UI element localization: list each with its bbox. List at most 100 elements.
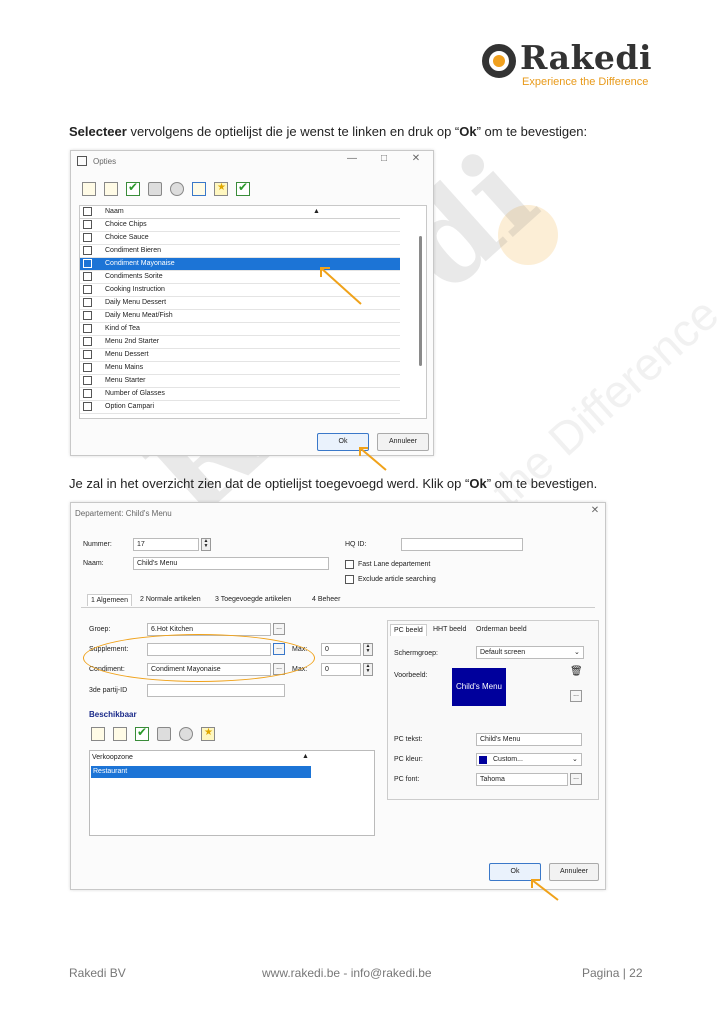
pc-tekst-field[interactable]: Child's Menu xyxy=(476,733,582,746)
list-item[interactable]: Number of Glasses xyxy=(80,388,400,401)
derde-partij-field[interactable] xyxy=(147,684,285,697)
row-checkbox[interactable] xyxy=(83,220,92,229)
row-checkbox[interactable] xyxy=(83,324,92,333)
pc-font-field[interactable]: Tahoma xyxy=(476,773,568,786)
row-checkbox[interactable] xyxy=(83,311,92,320)
row-checkbox[interactable] xyxy=(83,272,92,281)
verkoopzone-list[interactable]: Verkoopzone ▲ Restaurant xyxy=(89,750,375,836)
verkoopzone-item: Restaurant xyxy=(93,768,128,775)
departement-titlebar: Departement: Child's Menu ✕ xyxy=(71,503,605,525)
departement-ok-button[interactable]: Ok xyxy=(489,863,541,881)
preview-browse-button[interactable]: ... xyxy=(570,690,582,702)
max-field-2[interactable]: 0 xyxy=(321,663,361,676)
row-checkbox[interactable] xyxy=(83,246,92,255)
optie-list[interactable]: Naam ▲ Choice Chips Choice Sauce Condiment… xyxy=(79,205,427,419)
trash-icon[interactable]: 🗑 xyxy=(570,666,583,677)
schermgroep-select[interactable]: Default screen xyxy=(476,646,584,659)
scrollbar[interactable] xyxy=(419,236,422,366)
nummer-label: Nummer: xyxy=(83,541,112,548)
voorbeeld-label: Voorbeeld: xyxy=(394,672,428,679)
groep-label: Groep: xyxy=(89,626,111,633)
tab-pc-beeld[interactable]: PC beeld xyxy=(390,624,427,636)
derde-partij-label: 3de partij-ID xyxy=(89,687,128,694)
list-item[interactable]: Restaurant xyxy=(91,766,311,778)
preview-tile: Child's Menu xyxy=(452,668,506,706)
copy-icon[interactable] xyxy=(113,727,127,741)
favorite-icon[interactable] xyxy=(214,182,228,196)
footer-contact[interactable]: www.rakedi.be - info@rakedi.be xyxy=(262,966,432,980)
watermark-dot xyxy=(498,205,558,265)
new-icon[interactable] xyxy=(82,182,96,196)
list-item[interactable]: Daily Menu Meat/Fish xyxy=(80,310,400,323)
para2-bold-1: Ok xyxy=(469,476,487,491)
maximize-icon[interactable]: □ xyxy=(376,153,392,164)
departement-cancel-button[interactable]: Annuleer xyxy=(549,863,599,881)
favorite-icon[interactable] xyxy=(201,727,215,741)
list-item-label: Condiment Bieren xyxy=(105,247,162,254)
tab-normale-artikelen[interactable]: 2 Normale artikelen xyxy=(137,594,204,605)
opties-cancel-button[interactable]: Annuleer xyxy=(377,433,429,451)
max-spinner-2[interactable]: ▲ ▼ xyxy=(363,663,373,676)
exclude-checkbox[interactable] xyxy=(345,575,354,584)
naam-field[interactable]: Child's Menu xyxy=(133,557,329,570)
list-item[interactable]: Menu Dessert xyxy=(80,349,400,362)
hq-id-field[interactable] xyxy=(401,538,523,551)
color-swatch-icon xyxy=(479,756,487,764)
row-checkbox[interactable] xyxy=(83,233,92,242)
groep-browse-button[interactable]: ... xyxy=(273,623,285,635)
para1-text-2: ” om te bevestigen: xyxy=(476,124,588,139)
row-checkbox[interactable] xyxy=(83,337,92,346)
tab-toegevoegde-artikelen[interactable]: 3 Toegevoegde artikelen xyxy=(212,594,294,605)
list-item[interactable]: Condiment Mayonaise xyxy=(80,258,400,271)
tab-hht-beeld[interactable]: HHT beeld xyxy=(430,624,469,635)
row-checkbox[interactable] xyxy=(83,363,92,372)
tab-beheer[interactable]: 4 Beheer xyxy=(309,594,343,605)
para1-bold-1: Selecteer xyxy=(69,124,127,139)
list-item[interactable]: Option Campari xyxy=(80,401,400,414)
list-item[interactable]: Menu Starter xyxy=(80,375,400,388)
row-checkbox[interactable] xyxy=(83,285,92,294)
font-browse-button[interactable]: ... xyxy=(570,773,582,785)
row-checkbox[interactable] xyxy=(83,376,92,385)
header-checkbox[interactable] xyxy=(83,207,92,216)
list-item[interactable]: Choice Sauce xyxy=(80,232,400,245)
row-checkbox[interactable] xyxy=(83,298,92,307)
close-icon[interactable]: ✕ xyxy=(587,505,603,516)
list-item[interactable]: Cooking Instruction xyxy=(80,284,400,297)
opties-ok-button[interactable]: Ok xyxy=(317,433,369,451)
nummer-spinner[interactable]: ▲ ▼ xyxy=(201,538,211,551)
settings-icon[interactable] xyxy=(170,182,184,196)
check-icon[interactable] xyxy=(126,180,140,196)
list-item[interactable]: Kind of Tea xyxy=(80,323,400,336)
minimize-icon[interactable]: — xyxy=(344,153,360,164)
tab-algemeen[interactable]: 1 Algemeen xyxy=(87,594,132,606)
settings-icon[interactable] xyxy=(179,727,193,741)
delete-icon[interactable] xyxy=(157,727,171,741)
row-checkbox[interactable] xyxy=(83,350,92,359)
delete-icon[interactable] xyxy=(148,182,162,196)
row-checkbox[interactable] xyxy=(83,402,92,411)
confirm-icon[interactable] xyxy=(236,180,250,196)
row-checkbox[interactable] xyxy=(83,259,92,268)
fastlane-checkbox[interactable] xyxy=(345,560,354,569)
nummer-field[interactable]: 17 xyxy=(133,538,199,551)
check-icon[interactable] xyxy=(135,725,149,741)
list-item[interactable]: Menu 2nd Starter xyxy=(80,336,400,349)
tab-orderman-beeld[interactable]: Orderman beeld xyxy=(473,624,530,635)
max-field-1[interactable]: 0 xyxy=(321,643,361,656)
row-checkbox[interactable] xyxy=(83,389,92,398)
list-item[interactable]: Condiments Sorite xyxy=(80,271,400,284)
refresh-icon[interactable] xyxy=(192,182,206,196)
list-item-label: Kind of Tea xyxy=(105,325,140,332)
close-icon[interactable]: ✕ xyxy=(408,153,424,164)
schermgroep-label: Schermgroep: xyxy=(394,650,438,657)
list-header[interactable]: Naam ▲ xyxy=(80,206,400,219)
list-item[interactable]: Menu Mains xyxy=(80,362,400,375)
max-spinner-1[interactable]: ▲ ▼ xyxy=(363,643,373,656)
pc-kleur-select[interactable]: Custom... xyxy=(476,753,582,766)
new-icon[interactable] xyxy=(91,727,105,741)
list-item[interactable]: Daily Menu Dessert xyxy=(80,297,400,310)
copy-icon[interactable] xyxy=(104,182,118,196)
list-item[interactable]: Condiment Bieren xyxy=(80,245,400,258)
list-item[interactable]: Choice Chips xyxy=(80,219,400,232)
